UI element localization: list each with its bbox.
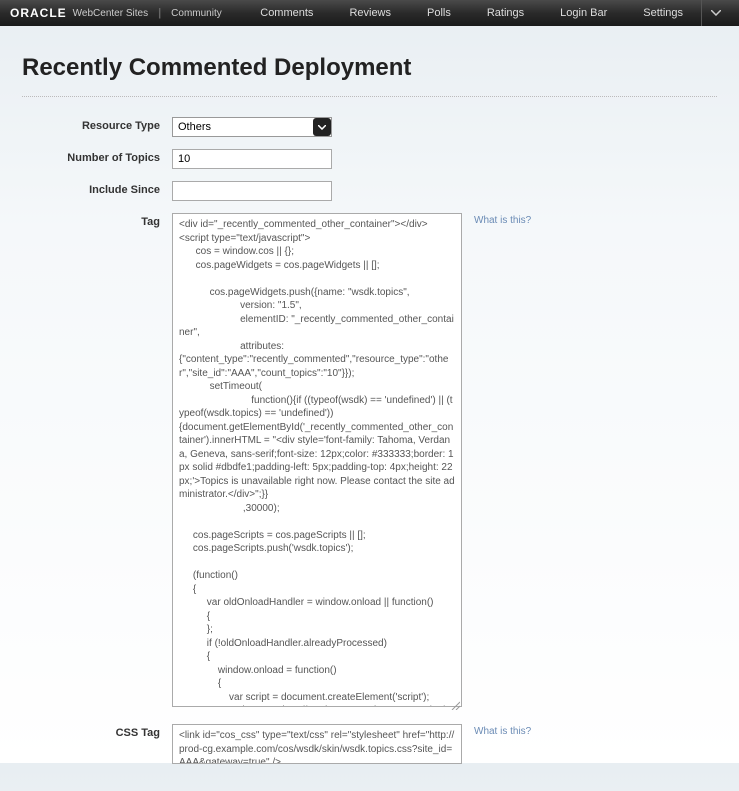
nav-login-bar[interactable]: Login Bar xyxy=(542,0,625,26)
include-since-label: Include Since xyxy=(22,181,172,196)
divider: | xyxy=(158,7,161,19)
main-nav: Comments Reviews Polls Ratings Login Bar… xyxy=(242,0,729,26)
nav-settings[interactable]: Settings xyxy=(625,0,701,26)
oracle-logo: ORACLE xyxy=(10,6,67,20)
row-tag: Tag What is this? xyxy=(22,213,717,712)
top-navigation-bar: ORACLE WebCenter Sites | Community Comme… xyxy=(0,0,739,26)
logo-area: ORACLE WebCenter Sites | Community xyxy=(10,6,222,20)
product-name: WebCenter Sites xyxy=(73,8,148,19)
page-title: Recently Commented Deployment xyxy=(22,54,717,82)
nav-reviews[interactable]: Reviews xyxy=(331,0,409,26)
row-number-topics: Number of Topics xyxy=(22,149,717,169)
section-name: Community xyxy=(171,8,222,19)
resource-type-select-wrap xyxy=(172,117,332,137)
divider-line xyxy=(22,96,717,97)
resource-type-select[interactable] xyxy=(172,117,332,137)
content-area: Recently Commented Deployment Resource T… xyxy=(0,26,739,791)
nav-comments[interactable]: Comments xyxy=(242,0,331,26)
tag-label: Tag xyxy=(22,213,172,228)
number-topics-input[interactable] xyxy=(172,149,332,169)
row-resource-type: Resource Type xyxy=(22,117,717,137)
row-include-since: Include Since xyxy=(22,181,717,201)
nav-ratings[interactable]: Ratings xyxy=(469,0,542,26)
css-tag-label: CSS Tag xyxy=(22,724,172,739)
what-is-this-link[interactable]: What is this? xyxy=(462,213,531,226)
what-is-this-link[interactable]: What is this? xyxy=(462,724,531,737)
row-css-tag: CSS Tag What is this? xyxy=(22,724,717,769)
nav-polls[interactable]: Polls xyxy=(409,0,469,26)
css-tag-textarea[interactable] xyxy=(172,724,462,764)
tag-textarea[interactable] xyxy=(172,213,462,707)
number-topics-label: Number of Topics xyxy=(22,149,172,164)
resource-type-label: Resource Type xyxy=(22,117,172,132)
include-since-input[interactable] xyxy=(172,181,332,201)
chevron-down-icon[interactable] xyxy=(701,0,729,26)
